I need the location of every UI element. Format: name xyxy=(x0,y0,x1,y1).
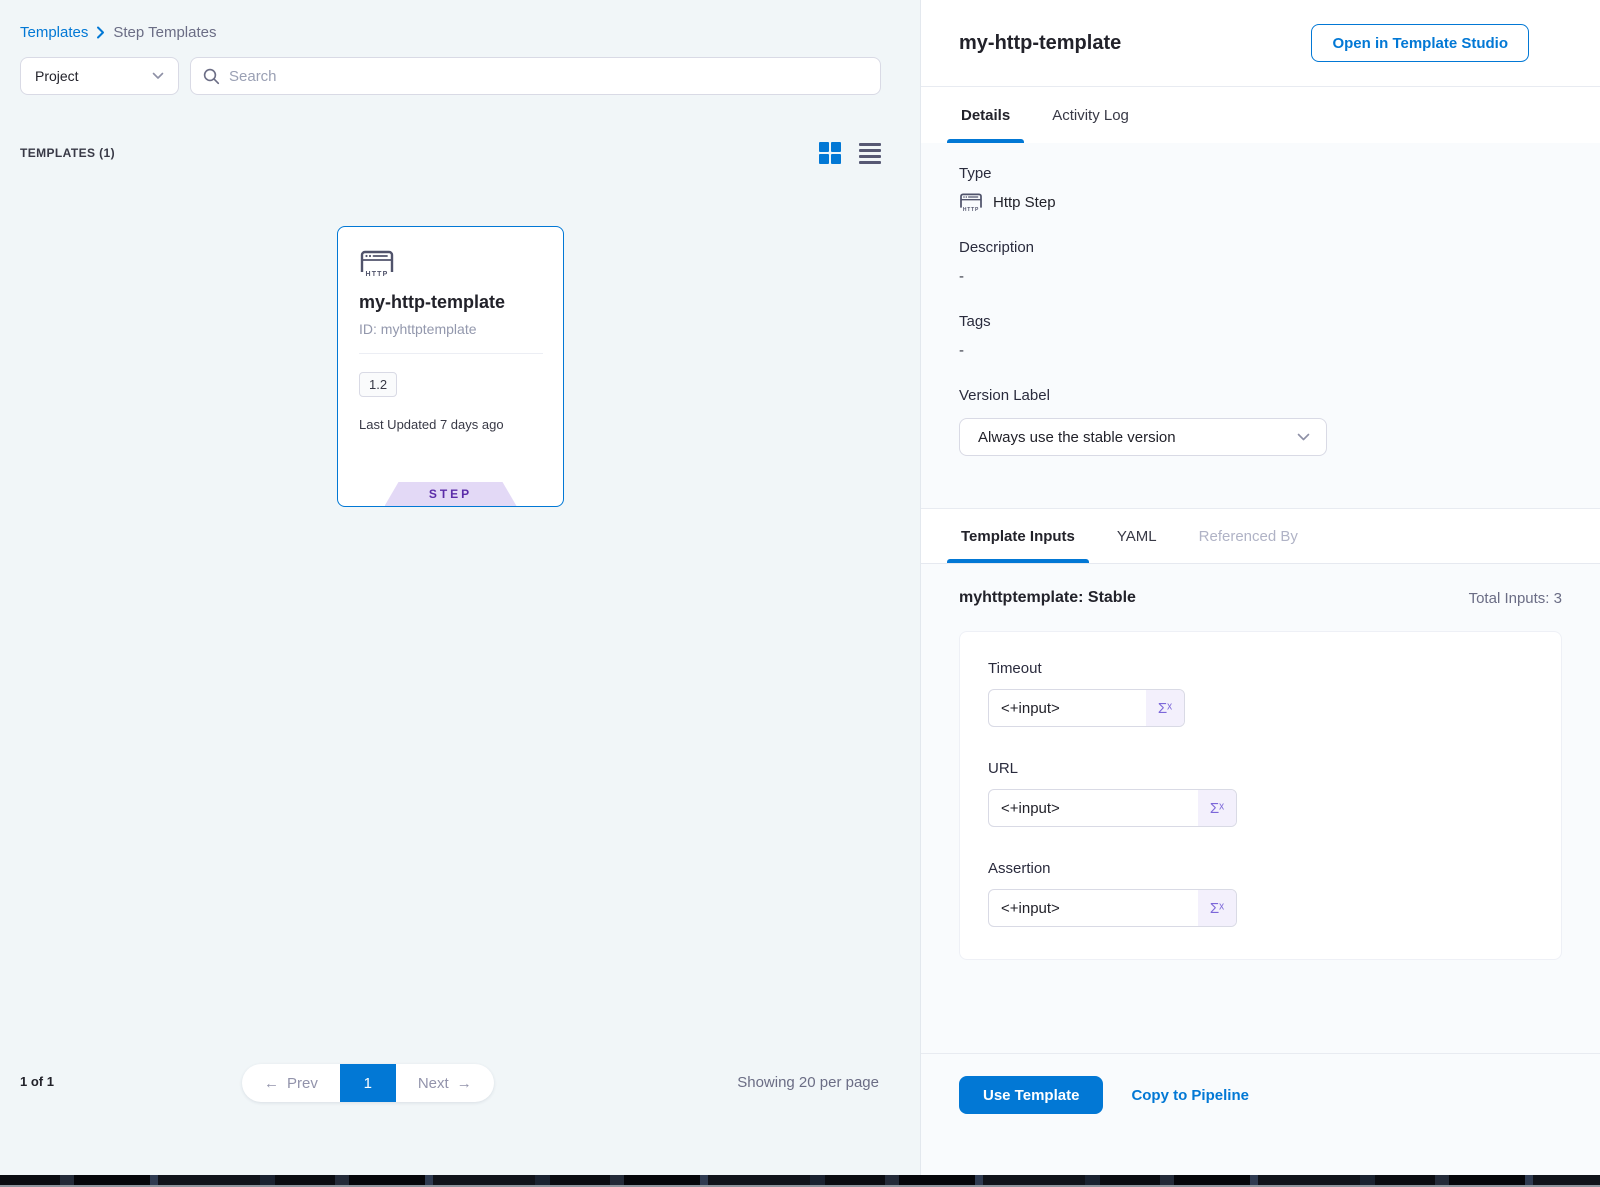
use-template-button[interactable]: Use Template xyxy=(959,1076,1103,1114)
search-icon xyxy=(203,68,220,85)
view-toggles xyxy=(819,142,881,164)
total-inputs-text: Total Inputs: 3 xyxy=(1469,590,1562,607)
card-divider xyxy=(359,353,543,354)
scope-dropdown[interactable]: Project xyxy=(20,57,179,95)
tab-referenced-by[interactable]: Referenced By xyxy=(1197,509,1300,563)
http-step-icon: HTTP xyxy=(359,249,395,278)
http-icon-caption-small: HTTP xyxy=(963,207,979,213)
assertion-field-group: Assertion <+input> Σˣ xyxy=(988,860,1533,927)
templates-list-panel: Templates Step Templates Project xyxy=(0,0,921,1175)
prev-page-button[interactable]: ← Prev xyxy=(242,1064,340,1102)
chevron-down-icon xyxy=(152,72,164,80)
page-range-text: 1 of 1 xyxy=(20,1074,54,1089)
assertion-input-value: <+input> xyxy=(989,890,1198,926)
url-input[interactable]: <+input> Σˣ xyxy=(988,789,1237,827)
inputs-heading: myhttptemplate: Stable xyxy=(959,589,1136,607)
next-page-button[interactable]: Next → xyxy=(396,1064,494,1102)
pagination: ← Prev 1 Next → xyxy=(242,1064,494,1102)
template-card-id: ID: myhttptemplate xyxy=(359,321,542,337)
templates-page: Templates Step Templates Project xyxy=(0,0,1600,1187)
inputs-heading-row: myhttptemplate: Stable Total Inputs: 3 xyxy=(959,589,1562,607)
timeout-input-value: <+input> xyxy=(989,690,1146,726)
breadcrumb: Templates Step Templates xyxy=(20,24,217,41)
prev-label: Prev xyxy=(287,1075,318,1092)
breadcrumb-current: Step Templates xyxy=(113,24,216,41)
inputs-card: Timeout <+input> Σˣ URL <+input> Σˣ Asse… xyxy=(959,631,1562,960)
version-label: Version Label xyxy=(959,387,1562,404)
breadcrumb-templates-link[interactable]: Templates xyxy=(20,24,88,41)
per-page-text: Showing 20 per page xyxy=(737,1074,879,1091)
timeout-label: Timeout xyxy=(988,660,1533,677)
version-badge: 1.2 xyxy=(359,372,397,397)
version-label-dropdown[interactable]: Always use the stable version xyxy=(959,418,1327,456)
next-label: Next xyxy=(418,1075,449,1092)
detail-footer: Use Template Copy to Pipeline xyxy=(921,1053,1600,1175)
expression-sigma-icon[interactable]: Σˣ xyxy=(1146,690,1184,726)
http-icon-caption: HTTP xyxy=(365,271,388,278)
open-template-studio-button[interactable]: Open in Template Studio xyxy=(1311,24,1529,62)
desktop-wallpaper-strip xyxy=(0,1175,1600,1187)
grid-view-icon[interactable] xyxy=(819,142,841,164)
step-type-badge: STEP xyxy=(385,482,517,506)
list-view-icon[interactable] xyxy=(859,143,881,164)
copy-to-pipeline-link[interactable]: Copy to Pipeline xyxy=(1131,1076,1249,1114)
type-row: HTTP Http Step xyxy=(959,192,1562,213)
last-updated-text: Last Updated 7 days ago xyxy=(359,417,542,432)
tab-yaml[interactable]: YAML xyxy=(1115,509,1159,563)
url-field-group: URL <+input> Σˣ xyxy=(988,760,1533,827)
timeout-input[interactable]: <+input> Σˣ xyxy=(988,689,1185,727)
description-label: Description xyxy=(959,239,1562,256)
next-arrow-icon: → xyxy=(457,1075,472,1092)
search-box xyxy=(190,57,881,95)
url-label: URL xyxy=(988,760,1533,777)
tags-value: - xyxy=(959,342,1562,359)
page-1-button[interactable]: 1 xyxy=(340,1064,396,1102)
detail-header: my-http-template Open in Template Studio xyxy=(921,0,1600,86)
http-step-icon-small: HTTP xyxy=(959,192,983,213)
tab-details[interactable]: Details xyxy=(959,87,1012,143)
prev-arrow-icon: ← xyxy=(264,1075,279,1092)
url-input-value: <+input> xyxy=(989,790,1198,826)
description-value: - xyxy=(959,268,1562,285)
version-dropdown-value: Always use the stable version xyxy=(978,429,1176,446)
detail-tabbar: Details Activity Log xyxy=(921,86,1600,143)
template-card[interactable]: HTTP my-http-template ID: myhttptemplate… xyxy=(337,226,564,507)
templates-count-label: TEMPLATES (1) xyxy=(20,146,115,160)
assertion-input[interactable]: <+input> Σˣ xyxy=(988,889,1237,927)
chevron-down-icon xyxy=(1297,433,1310,442)
inputs-tabbar: Template Inputs YAML Referenced By xyxy=(921,508,1600,563)
scope-dropdown-value: Project xyxy=(35,68,79,84)
timeout-field-group: Timeout <+input> Σˣ xyxy=(988,660,1533,727)
details-section: Type HTTP Http Step Description - Tags xyxy=(921,143,1600,508)
tags-label: Tags xyxy=(959,313,1562,330)
template-detail-panel: my-http-template Open in Template Studio… xyxy=(921,0,1600,1175)
list-header-row: TEMPLATES (1) xyxy=(20,142,881,164)
tab-activity-log[interactable]: Activity Log xyxy=(1050,87,1131,143)
template-card-title: my-http-template xyxy=(359,292,542,313)
list-controls: Project xyxy=(20,57,881,95)
expression-sigma-icon[interactable]: Σˣ xyxy=(1198,890,1236,926)
breadcrumb-chevron-icon xyxy=(96,26,105,39)
assertion-label: Assertion xyxy=(988,860,1533,877)
last-updated-value: 7 days ago xyxy=(440,417,504,432)
tab-template-inputs[interactable]: Template Inputs xyxy=(959,509,1077,563)
type-label: Type xyxy=(959,165,1562,182)
template-inputs-section: myhttptemplate: Stable Total Inputs: 3 T… xyxy=(921,563,1600,1053)
detail-title: my-http-template xyxy=(959,32,1121,55)
type-value: Http Step xyxy=(993,194,1056,211)
last-updated-label: Last Updated xyxy=(359,417,436,432)
search-input[interactable] xyxy=(229,68,868,85)
expression-sigma-icon[interactable]: Σˣ xyxy=(1198,790,1236,826)
